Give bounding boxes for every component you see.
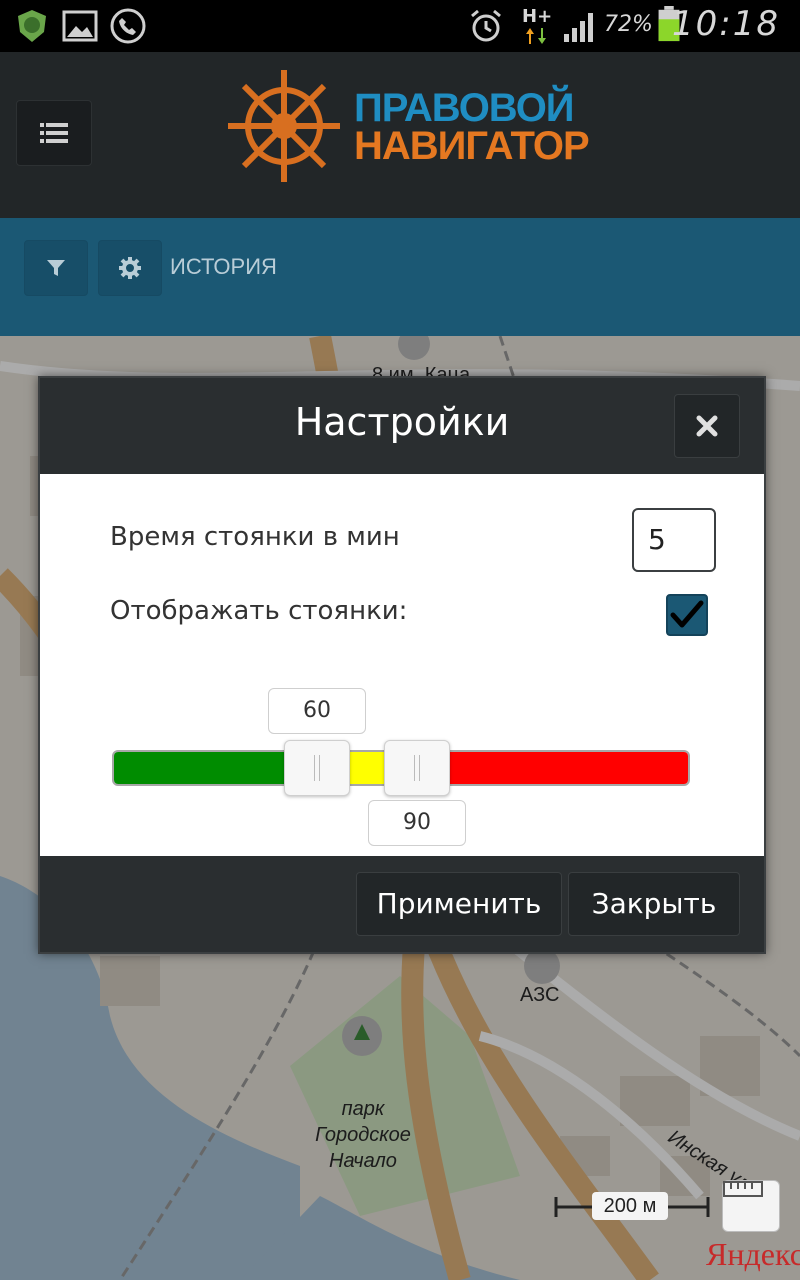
settings-button[interactable] [98, 240, 162, 296]
phone-call-icon [110, 8, 146, 44]
grip-icon [314, 755, 320, 781]
settings-dialog: Настройки Время стоянки в мин 5 Отобража… [38, 376, 766, 954]
ruler-icon [723, 1181, 763, 1197]
status-bar: H+ 72% 10:18 [0, 0, 800, 52]
toolbar: ИСТОРИЯ [0, 218, 800, 336]
dialog-footer: Применить Закрыть [40, 856, 764, 952]
alarm-icon [471, 9, 501, 42]
range-high-value: 90 [368, 800, 466, 846]
app-logo: ПРАВОВОЙ НАВИГАТОР [224, 66, 590, 186]
app-header: ПРАВОВОЙ НАВИГАТОР [0, 52, 800, 218]
grip-icon [414, 755, 420, 781]
menu-button[interactable] [16, 100, 92, 166]
network-type: H+ [522, 6, 553, 27]
yandex-logo: Яндекс [706, 1236, 800, 1272]
logo-text-bottom: НАВИГАТОР [354, 124, 590, 168]
lion-shield-icon [18, 10, 46, 42]
range-handle-high[interactable] [384, 740, 450, 796]
range-segment-low [114, 752, 290, 784]
parking-time-input[interactable]: 5 [632, 508, 716, 572]
signal-icon [564, 13, 593, 42]
close-button[interactable]: Закрыть [568, 872, 740, 936]
range-handle-low[interactable] [284, 740, 350, 796]
list-menu-icon [40, 123, 68, 143]
clock: 10:18 [672, 4, 780, 44]
gear-icon [119, 257, 141, 279]
checkmark-icon [670, 600, 704, 628]
show-parking-checkbox[interactable] [666, 594, 708, 636]
dialog-header: Настройки [40, 378, 764, 474]
battery-percent: 72% [604, 12, 653, 37]
history-label[interactable]: ИСТОРИЯ [170, 254, 277, 280]
dialog-close-button[interactable] [674, 394, 740, 458]
filter-icon [47, 260, 65, 276]
data-transfer-icon [526, 28, 546, 44]
show-parking-label: Отображать стоянки: [110, 596, 408, 626]
apply-button[interactable]: Применить [356, 872, 562, 936]
close-icon [696, 415, 718, 437]
ship-wheel-icon [228, 70, 340, 182]
scale-label: 200 м [592, 1192, 668, 1220]
gallery-icon [62, 10, 98, 42]
dialog-title: Настройки [294, 400, 510, 444]
parking-time-label: Время стоянки в мин [110, 522, 400, 552]
range-low-value: 60 [268, 688, 366, 734]
ruler-button[interactable] [722, 1180, 780, 1232]
filter-button[interactable] [24, 240, 88, 296]
